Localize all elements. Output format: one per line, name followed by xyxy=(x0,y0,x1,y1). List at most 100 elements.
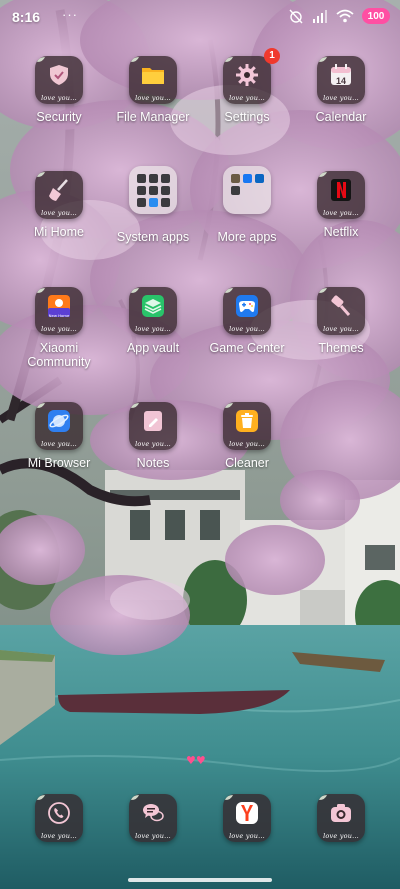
love-you-caption: love you... xyxy=(41,325,77,333)
app-label: Settings xyxy=(224,110,270,124)
paintbrush-icon xyxy=(331,295,351,316)
app-label: Mi Browser xyxy=(27,456,91,470)
folder-app-grid-icon xyxy=(137,174,170,207)
status-icons: 100 xyxy=(288,8,390,24)
file-manager-app-icon: love you... xyxy=(129,56,177,104)
app-netflix[interactable]: love you... Netflix xyxy=(294,171,388,263)
app-xiaomi-community[interactable]: New Home love you... Xiaomi Community xyxy=(12,287,106,379)
dock-phone[interactable]: love you... xyxy=(12,794,106,854)
dock-yandex[interactable]: love you... xyxy=(200,794,294,854)
game-center-app-icon: love you... xyxy=(223,287,271,335)
folder-more-apps[interactable]: More apps xyxy=(200,166,294,258)
xiaomi-community-inner-text: New Home xyxy=(48,313,70,318)
app-mi-browser[interactable]: love you... Mi Browser xyxy=(12,402,106,494)
leaf-icon xyxy=(37,288,45,293)
netflix-logo-icon xyxy=(331,179,351,201)
signal-icon xyxy=(313,10,327,23)
calendar-app-icon: 14 love you... xyxy=(317,56,365,104)
app-label: Themes xyxy=(318,341,364,355)
app-cleaner[interactable]: love you... Cleaner xyxy=(200,402,294,494)
wifi-icon xyxy=(336,9,354,23)
love-you-caption: love you... xyxy=(323,209,359,217)
love-you-caption: love you... xyxy=(323,832,359,840)
chat-bubbles-icon xyxy=(143,804,164,822)
app-file-manager[interactable]: love you... File Manager xyxy=(106,56,200,148)
dock-messages[interactable]: love you... xyxy=(106,794,200,854)
leaf-icon xyxy=(319,288,327,293)
camera-app-icon: love you... xyxy=(317,794,365,842)
leaf-icon xyxy=(319,57,327,62)
note-pencil-icon xyxy=(144,411,162,431)
app-app-vault[interactable]: love you... App vault xyxy=(106,287,200,379)
yandex-logo-icon xyxy=(236,802,258,824)
notes-app-icon: love you... xyxy=(129,402,177,450)
alarm-off-icon xyxy=(289,9,303,24)
love-you-caption: love you... xyxy=(135,832,171,840)
app-label: Mi Home xyxy=(33,225,84,239)
leaf-icon xyxy=(131,795,139,800)
leaf-icon xyxy=(131,57,139,62)
love-you-caption: love you... xyxy=(41,209,77,217)
leaf-icon xyxy=(131,403,139,408)
app-calendar[interactable]: 14 love you... Calendar xyxy=(294,56,388,148)
app-label: Cleaner xyxy=(225,456,269,470)
themes-app-icon: love you... xyxy=(317,287,365,335)
app-label: Xiaomi Community xyxy=(12,341,106,369)
love-you-caption: love you... xyxy=(135,440,171,448)
app-game-center[interactable]: love you... Game Center xyxy=(200,287,294,379)
app-notes[interactable]: love you... Notes xyxy=(106,402,200,494)
love-you-caption: love you... xyxy=(41,94,77,102)
app-security[interactable]: love you... Security xyxy=(12,56,106,148)
camera-icon xyxy=(331,804,351,822)
app-settings[interactable]: love you... 1 Settings xyxy=(200,48,294,148)
yandex-app-icon: love you... xyxy=(223,794,271,842)
phone-app-icon: love you... xyxy=(35,794,83,842)
leaf-icon xyxy=(225,795,233,800)
love-you-caption: love you... xyxy=(41,832,77,840)
love-you-caption: love you... xyxy=(229,440,265,448)
app-label: Netflix xyxy=(323,225,359,239)
leaf-icon xyxy=(131,288,139,293)
dock-camera[interactable]: love you... xyxy=(294,794,388,854)
app-vault-app-icon: love you... xyxy=(129,287,177,335)
love-you-caption: love you... xyxy=(41,440,77,448)
broom-icon xyxy=(49,179,68,201)
app-label: System apps xyxy=(116,230,190,244)
leaf-icon xyxy=(37,795,45,800)
shield-icon xyxy=(50,65,68,85)
love-you-caption: love you... xyxy=(229,325,265,333)
love-you-caption: love you... xyxy=(323,94,359,102)
mi-browser-app-icon: love you... xyxy=(35,402,83,450)
phone-icon xyxy=(48,802,70,824)
app-mi-home[interactable]: love you... Mi Home xyxy=(12,171,106,263)
leaf-icon xyxy=(37,57,45,62)
love-you-caption: love you... xyxy=(229,94,265,102)
xiaomi-community-app-icon: New Home love you... xyxy=(35,287,83,335)
hearts-decoration: ♥♥ xyxy=(186,754,206,767)
home-indicator-bar[interactable] xyxy=(128,878,272,882)
leaf-icon xyxy=(319,172,327,177)
app-label-line2: Community xyxy=(27,355,91,369)
status-time: 8:16 xyxy=(12,9,41,25)
folder-preview xyxy=(223,166,271,214)
app-label: Security xyxy=(36,110,82,124)
app-label: File Manager xyxy=(116,110,190,124)
leaf-icon xyxy=(225,403,233,408)
app-label: Game Center xyxy=(209,341,285,355)
love-you-caption: love you... xyxy=(323,325,359,333)
app-label: More apps xyxy=(217,230,277,244)
messages-app-icon: love you... xyxy=(129,794,177,842)
love-you-caption: love you... xyxy=(135,94,171,102)
status-bar: 8:16 ··· 100 xyxy=(0,0,400,36)
folder-app-grid-icon xyxy=(231,174,264,195)
leaf-icon xyxy=(225,288,233,293)
leaf-icon xyxy=(319,795,327,800)
app-themes[interactable]: love you... Themes xyxy=(294,287,388,379)
gear-icon xyxy=(236,64,258,86)
app-label: Notes xyxy=(136,456,170,470)
leaf-icon xyxy=(37,403,45,408)
cleaner-app-icon: love you... xyxy=(223,402,271,450)
notification-badge: 1 xyxy=(264,48,280,64)
folder-system-apps[interactable]: System apps xyxy=(106,166,200,258)
settings-app-icon: love you... xyxy=(223,56,271,104)
